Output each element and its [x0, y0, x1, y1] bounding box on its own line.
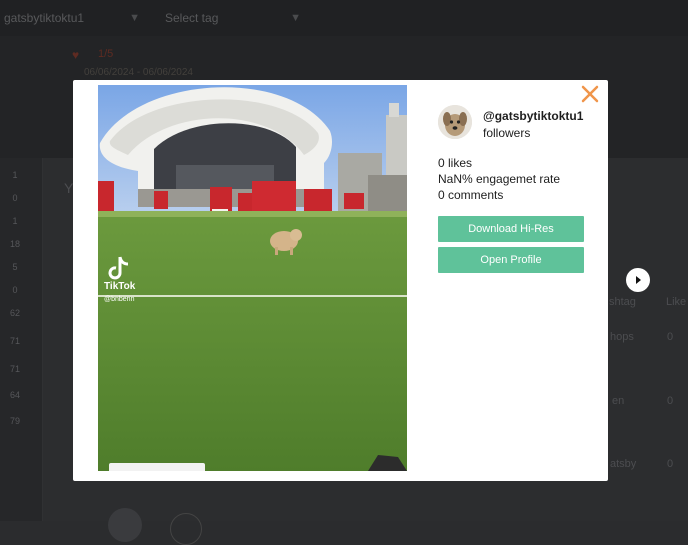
video-frame-image: TikTok @bnbenn — [98, 85, 407, 471]
list-item: 18 — [9, 239, 20, 249]
chevron-right-icon — [636, 276, 641, 284]
row-hashtag: en — [612, 395, 625, 407]
list-item: 1 — [12, 216, 18, 226]
likes-stat: 0 likes — [438, 156, 473, 170]
followers-label: followers — [483, 126, 531, 140]
row-likes: 0 — [667, 395, 674, 407]
comments-stat: 0 comments — [438, 188, 504, 202]
list-item: 71 — [9, 364, 20, 374]
heart-icon: ♥ — [72, 48, 80, 62]
list-item: 1 — [12, 170, 18, 180]
close-button[interactable] — [580, 84, 600, 104]
avatar — [170, 513, 202, 545]
row-likes: 0 — [667, 458, 674, 470]
list-item: 5 — [12, 262, 18, 272]
tag-select-value: Select tag — [165, 11, 219, 25]
account-select[interactable]: gatsbytiktoktu1 ▼ — [4, 4, 140, 32]
list-item: 0 — [12, 285, 18, 295]
list-item: 0 — [12, 193, 18, 203]
date-range: 06/06/2024 - 06/06/2024 — [84, 67, 193, 78]
account-select-value: gatsbytiktoktu1 — [4, 11, 85, 25]
list-item: 79 — [9, 416, 20, 426]
avatar — [108, 508, 142, 542]
tag-select[interactable]: Select tag ▼ — [165, 4, 301, 32]
chevron-down-icon: ▼ — [129, 12, 140, 24]
post-preview-modal: TikTok @bnbenn @gatsbytiktoktu1 follower… — [73, 80, 608, 481]
section-heading: Y — [64, 180, 74, 196]
column-header-hashtag: shtag — [609, 296, 636, 308]
dog-avatar-icon — [438, 105, 472, 139]
chevron-down-icon: ▼ — [290, 12, 301, 24]
tiktok-watermark-user: @bnbenn — [104, 296, 135, 303]
column-header-likes: Like — [666, 296, 687, 308]
engagement-stat: NaN% engagemet rate — [438, 172, 561, 186]
post-count: 1/5 — [98, 48, 114, 60]
next-post-button[interactable] — [626, 268, 650, 292]
list-item: 71 — [9, 336, 20, 346]
top-bar: gatsbytiktoktu1 ▼ Select tag ▼ — [0, 0, 688, 36]
tiktok-watermark: TikTok — [104, 281, 136, 292]
video-preview[interactable]: TikTok @bnbenn — [98, 85, 407, 471]
row-hashtag: atsby — [610, 458, 637, 470]
row-likes: 0 — [667, 331, 674, 343]
avatar[interactable] — [438, 105, 472, 139]
profile-handle: @gatsbytiktoktu1 — [483, 109, 584, 123]
list-item: 64 — [9, 390, 20, 400]
download-hi-res-button[interactable]: Download Hi-Res — [438, 216, 584, 242]
list-item: 62 — [9, 308, 20, 318]
open-profile-button[interactable]: Open Profile — [438, 247, 584, 273]
close-icon — [581, 85, 599, 103]
row-hashtag: hops — [610, 331, 634, 343]
